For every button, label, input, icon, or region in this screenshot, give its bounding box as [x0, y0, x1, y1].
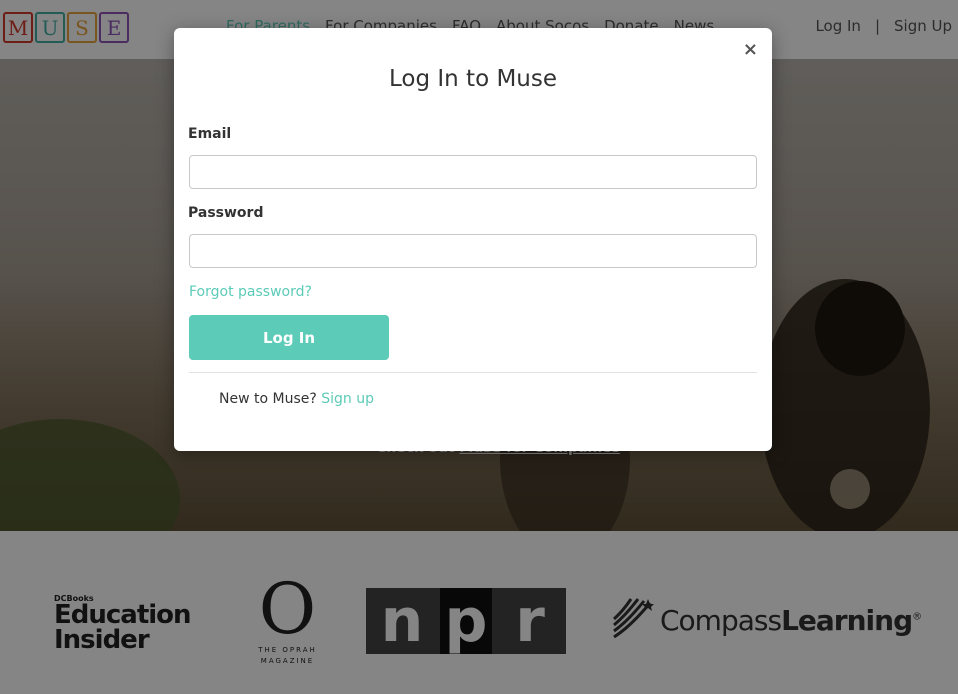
forgot-password-link[interactable]: Forgot password? [189, 284, 312, 300]
login-modal: × Log In to Muse Email Password Forgot p… [174, 28, 772, 451]
close-icon[interactable]: × [743, 41, 758, 59]
new-user-prefix: New to Muse? [219, 391, 317, 407]
password-label: Password [188, 205, 264, 221]
signup-link[interactable]: Sign up [321, 391, 374, 407]
email-field[interactable] [189, 155, 757, 189]
login-button[interactable]: Log In [189, 315, 389, 360]
modal-divider [189, 372, 757, 373]
new-user-row: New to Muse? Sign up [219, 391, 374, 407]
email-label: Email [188, 126, 232, 142]
modal-title: Log In to Muse [388, 66, 558, 92]
password-field[interactable] [189, 234, 757, 268]
